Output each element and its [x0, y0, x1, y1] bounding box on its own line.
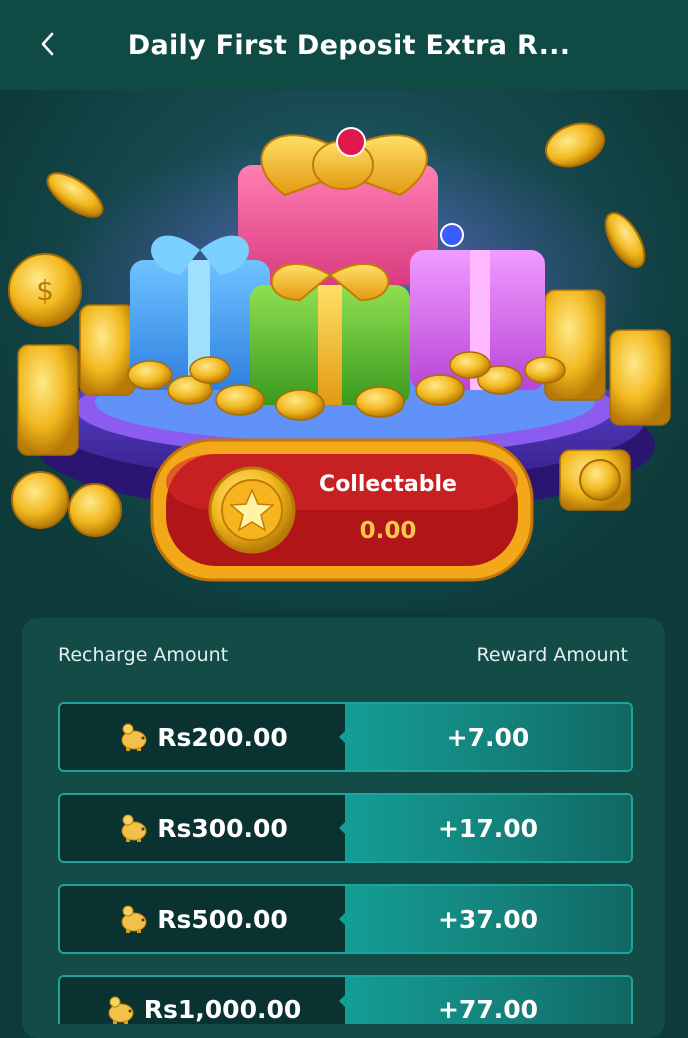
reward-amount: +17.00 [437, 813, 539, 843]
piggy-bank-icon [108, 996, 134, 1024]
recharge-amount: Rs300.00 [157, 813, 288, 843]
recharge-amount: Rs1,000.00 [143, 995, 302, 1024]
table-row[interactable]: Rs300.00 +17.00 [58, 793, 633, 863]
table-row[interactable]: Rs200.00 +7.00 [58, 702, 633, 772]
reward-amount: +7.00 [446, 722, 530, 752]
svg-text:$: $ [36, 274, 54, 307]
recharge-amount: Rs200.00 [157, 722, 288, 752]
header-bar: Daily First Deposit Extra R... [0, 0, 688, 90]
chevron-left-icon [41, 32, 54, 56]
collectable-label: Collectable [319, 472, 457, 497]
collectable-value: 0.00 [359, 518, 417, 544]
recharge-amount: Rs500.00 [157, 904, 288, 934]
table-row[interactable]: Rs500.00 +37.00 [58, 884, 633, 954]
piggy-bank-icon [121, 905, 147, 933]
table-row[interactable]: Rs1,000.00 +77.00 [58, 975, 633, 1024]
back-button[interactable] [30, 26, 66, 62]
page-title: Daily First Deposit Extra R... [127, 29, 571, 61]
piggy-bank-icon [121, 723, 147, 751]
piggy-bank-icon [121, 814, 147, 842]
reward-amount-header: Reward Amount [476, 644, 628, 666]
reward-amount: +77.00 [437, 995, 539, 1024]
recharge-amount-header: Recharge Amount [58, 644, 229, 666]
reward-amount: +37.00 [437, 904, 539, 934]
